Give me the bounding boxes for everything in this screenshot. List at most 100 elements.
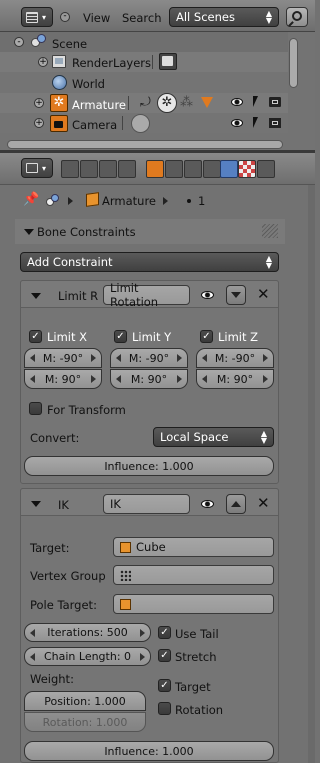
camera-render-icon[interactable]	[269, 118, 281, 128]
outliner-item-label[interactable]: Armature	[72, 98, 126, 112]
scene-selector[interactable]: All Scenes ▲ ▼	[169, 7, 279, 27]
limit-y-checkbox[interactable]	[114, 330, 127, 343]
render-layer-icon[interactable]	[159, 53, 177, 70]
move-down-button[interactable]	[226, 285, 246, 305]
position-weight-slider[interactable]: Position: 1.000	[24, 691, 146, 711]
rotation-weight-value: Rotation: 1.000	[42, 715, 128, 729]
move-up-button[interactable]	[226, 494, 246, 514]
stretch-label[interactable]: Stretch	[175, 650, 216, 664]
for-transform-checkbox[interactable]	[29, 402, 42, 415]
menu-search[interactable]: Search	[122, 11, 162, 25]
rotation-check-label[interactable]: Rotation	[175, 703, 223, 717]
section-title[interactable]: Bone Constraints	[37, 225, 136, 239]
limit-y-max-field[interactable]: M: 90°	[110, 369, 188, 389]
constraint-name-value: Limit Rotation	[110, 281, 159, 309]
limit-z-checkbox[interactable]	[200, 330, 213, 343]
limit-y-label[interactable]: Limit Y	[132, 330, 171, 344]
camera-data-icon[interactable]	[131, 114, 150, 133]
separator	[128, 96, 129, 110]
renderlayers-icon	[52, 55, 66, 68]
drag-handle-icon[interactable]	[262, 224, 278, 238]
add-constraint-label: Add Constraint	[27, 255, 113, 269]
eye-icon[interactable]	[201, 500, 214, 508]
collapse-constraint-icon[interactable]	[31, 293, 41, 299]
cursor-icon[interactable]	[253, 117, 258, 128]
outliner-item-label[interactable]: Scene	[52, 37, 87, 51]
limit-y-min-field[interactable]: M: -90°	[110, 348, 188, 368]
bone-constraints-tab-icon[interactable]	[220, 160, 238, 178]
bone-tab-icon[interactable]	[203, 160, 221, 178]
add-constraint-dropdown[interactable]: Add Constraint ▲ ▼	[20, 252, 279, 272]
outliner-horizontal-scrollbar[interactable]	[7, 140, 283, 149]
use-tail-checkbox[interactable]	[158, 626, 171, 639]
bone-icon[interactable]: ⁂	[180, 95, 193, 110]
limit-x-min-field[interactable]: M: -90°	[24, 348, 102, 368]
pole-target-field[interactable]	[113, 594, 274, 614]
modifiers-tab-icon[interactable]	[184, 160, 202, 178]
vertex-group-label: Vertex Group	[30, 569, 106, 583]
target-check-label[interactable]: Target	[175, 680, 211, 694]
collapse-constraint-icon[interactable]	[31, 501, 41, 507]
eye-icon[interactable]	[231, 119, 243, 127]
collapse-menu-icon[interactable]: -	[60, 12, 70, 22]
object-constraints-tab-icon[interactable]	[165, 160, 183, 178]
eye-icon[interactable]	[231, 98, 243, 106]
texture-tab-icon[interactable]	[238, 160, 256, 178]
render-layers-tab-icon[interactable]	[80, 160, 98, 178]
limit-x-checkbox[interactable]	[29, 330, 42, 343]
limit-z-min-field[interactable]: M: -90°	[196, 348, 274, 368]
vertex-group-field[interactable]	[113, 565, 274, 585]
for-transform-label[interactable]: For Transform	[47, 403, 126, 417]
outliner-item-label[interactable]: Camera	[72, 118, 117, 132]
scene-selector-label: All Scenes	[176, 10, 235, 24]
object-tab-icon[interactable]	[146, 160, 164, 178]
pose-icon[interactable]: ⤾	[140, 95, 151, 110]
scene-tab-icon[interactable]	[99, 160, 117, 178]
limit-z-max-field[interactable]: M: 90°	[196, 369, 274, 389]
outliner-vertical-scrollbar[interactable]	[289, 38, 298, 88]
close-icon[interactable]: ✕	[257, 494, 270, 512]
chain-length-field[interactable]: Chain Length: 0	[24, 647, 151, 666]
camera-render-icon[interactable]	[269, 97, 281, 107]
influence-value: Influence: 1.000	[104, 459, 194, 473]
stretch-checkbox[interactable]	[158, 649, 171, 662]
render-tab-icon[interactable]	[61, 160, 79, 178]
close-icon[interactable]: ✕	[257, 285, 270, 303]
limit-z-label[interactable]: Limit Z	[218, 330, 258, 344]
expand-armature-icon[interactable]: +	[34, 98, 44, 108]
eye-icon[interactable]	[201, 291, 214, 299]
target-checkbox[interactable]	[158, 679, 171, 692]
menu-view[interactable]: View	[83, 11, 110, 25]
pole-target-label: Pole Target:	[30, 598, 97, 612]
rotation-weight-slider: Rotation: 1.000	[24, 712, 146, 732]
collapse-section-icon[interactable]	[24, 229, 34, 235]
outliner-item-label[interactable]: World	[72, 77, 105, 91]
cursor-icon[interactable]	[253, 96, 258, 107]
expand-camera-icon[interactable]: +	[34, 118, 44, 128]
pin-icon[interactable]: 📌	[23, 192, 39, 207]
updown-icon: ▲ ▼	[265, 9, 272, 25]
expand-renderlayers-icon[interactable]: +	[38, 57, 48, 67]
target-field[interactable]: Cube	[113, 537, 274, 557]
search-icon[interactable]	[286, 7, 308, 27]
limit-x-label[interactable]: Limit X	[47, 330, 87, 344]
armature-data-icon[interactable]: ✲	[157, 93, 177, 113]
constraint-type-label: Limit R	[58, 289, 99, 303]
ik-name-field[interactable]: IK	[103, 494, 190, 514]
material-triangle-icon[interactable]	[201, 97, 213, 108]
editor-type-button[interactable]: ▾	[21, 7, 53, 27]
world-tab-icon[interactable]	[118, 160, 136, 178]
constraint-name-field[interactable]: Limit Rotation	[103, 281, 190, 309]
collapse-scene-icon[interactable]: -	[14, 37, 24, 47]
properties-editor-type-button[interactable]: ▾	[21, 158, 53, 178]
physics-tab-icon[interactable]	[257, 160, 275, 178]
limit-x-max-field[interactable]: M: 90°	[24, 369, 102, 389]
chevron-down-icon	[231, 292, 241, 298]
limit-influence-slider[interactable]: Influence: 1.000	[24, 456, 274, 476]
iterations-field[interactable]: Iterations: 500	[24, 623, 151, 642]
use-tail-label[interactable]: Use Tail	[175, 627, 219, 641]
outliner-item-label[interactable]: RenderLayers	[72, 56, 151, 70]
convert-space-dropdown[interactable]: Local Space ▲ ▼	[153, 427, 274, 447]
rotation-checkbox[interactable]	[158, 702, 171, 715]
ik-influence-slider[interactable]: Influence: 1.000	[24, 741, 274, 761]
